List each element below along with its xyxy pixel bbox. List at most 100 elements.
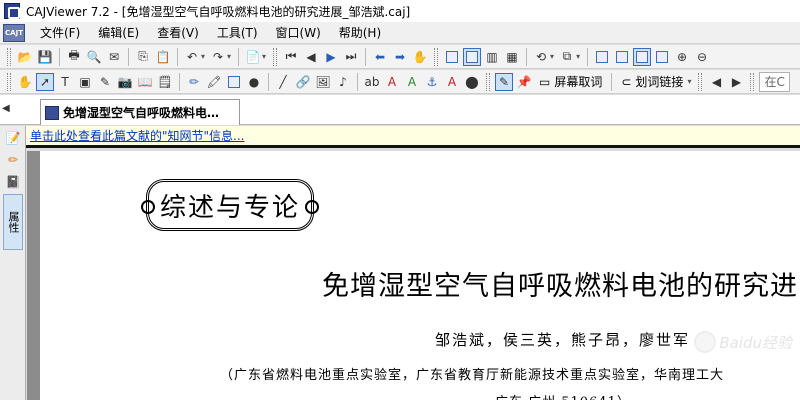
side-panel: 📝 ✏ 📓 属性 <box>0 126 26 400</box>
fullscreen-icon[interactable] <box>593 48 611 66</box>
screen-word-button[interactable]: ▭ 屏幕取词 <box>535 73 606 91</box>
open-folder-icon[interactable]: 📂 <box>16 48 34 66</box>
redo-dropdown-icon[interactable]: ▾ <box>227 52 231 61</box>
notes-icon[interactable]: 🗒 <box>156 73 174 91</box>
hand-tool-icon[interactable]: ✋ <box>16 73 34 91</box>
paste-icon[interactable]: 📋 <box>154 48 172 66</box>
pencil-icon[interactable]: ✏ <box>185 73 203 91</box>
search-input-text: 在C <box>764 75 785 89</box>
edit-doc-icon[interactable]: ✎ <box>495 72 513 91</box>
toolbar-separator <box>59 47 60 66</box>
menu-file[interactable]: 文件(F) <box>31 23 89 43</box>
next-page-icon[interactable]: ▶ <box>322 48 340 66</box>
cajt-logo-icon: CAJT <box>3 23 25 42</box>
document-view[interactable]: 综述与专论 免增湿型空气自呼吸燃料电池的研究进 邹浩斌，侯三英，熊子昂，廖世军 … <box>27 151 800 400</box>
first-page-icon[interactable]: ⏮ <box>282 48 300 66</box>
font-icon[interactable]: A <box>443 73 461 91</box>
forward-icon[interactable]: ➡ <box>391 48 409 66</box>
redo-icon[interactable]: ↷ <box>209 48 227 66</box>
pin-icon[interactable]: 📌 <box>515 73 533 91</box>
text-select-icon[interactable]: T <box>56 73 74 91</box>
anchor-icon[interactable]: ⚓ <box>423 73 441 91</box>
screen-word-icon: ▭ <box>539 74 551 89</box>
tab-scroll-left-icon[interactable]: ◀ <box>2 103 10 114</box>
paper-affiliation: （广东省燃料电池重点实验室，广东省教育厅新能源技术重点实验室，华南理工大 <box>220 368 725 383</box>
toolbar-grip[interactable] <box>486 72 490 91</box>
tab-label: 免增湿型空气自呼吸燃料电… <box>63 106 220 120</box>
menu-edit[interactable]: 编辑(E) <box>89 23 148 43</box>
prev-result-icon[interactable]: ◀ <box>707 73 725 91</box>
dictionary-icon[interactable]: 📖 <box>136 73 154 91</box>
continuous-page-icon[interactable] <box>463 47 482 66</box>
layout-icon[interactable]: ⧉ <box>558 48 576 66</box>
pen-icon[interactable]: ✏ <box>3 150 23 170</box>
rectangle-icon[interactable] <box>225 73 243 91</box>
properties-icon[interactable]: 📄 <box>244 48 262 66</box>
rotate-icon[interactable]: ⟲ <box>532 48 550 66</box>
toolbar-separator <box>365 47 367 66</box>
paper-authors: 邹浩斌，侯三英，熊子昂，廖世军 <box>435 331 691 349</box>
word-link-icon: ⊂ <box>621 74 632 89</box>
stamp-icon[interactable]: ⬤ <box>463 73 481 91</box>
single-page-icon[interactable] <box>443 48 461 66</box>
properties-dropdown-icon[interactable]: ▾ <box>262 52 266 61</box>
document-icon <box>45 105 59 120</box>
toolbar-separator <box>268 72 269 91</box>
fit-page-icon[interactable] <box>613 48 631 66</box>
toolbar-grip[interactable] <box>698 72 703 91</box>
toolbar-grip[interactable] <box>273 47 278 66</box>
undo-dropdown-icon[interactable]: ▾ <box>201 52 205 61</box>
note-icon[interactable]: 📓 <box>3 172 23 192</box>
rotate-dropdown-icon[interactable]: ▾ <box>550 52 554 61</box>
hand-icon[interactable]: ✋ <box>411 48 429 66</box>
text-color-red-icon[interactable]: A <box>383 73 401 91</box>
copy-icon[interactable]: ⎘ <box>134 48 152 66</box>
link-icon[interactable]: 🔗 <box>294 73 312 91</box>
toolbar-grip[interactable] <box>7 47 11 66</box>
music-icon[interactable]: ♪ <box>334 73 352 91</box>
next-result-icon[interactable]: ▶ <box>727 73 745 91</box>
image-select-icon[interactable]: ▣ <box>76 73 94 91</box>
email-icon[interactable]: ✉ <box>105 48 123 66</box>
menu-tools[interactable]: 工具(T) <box>208 23 267 43</box>
toolbar-grip[interactable] <box>7 72 11 91</box>
fit-width-icon[interactable] <box>633 47 652 66</box>
properties-tab[interactable]: 属性 <box>3 194 23 250</box>
menu-help[interactable]: 帮助(H) <box>330 23 390 43</box>
toolbar-grip[interactable] <box>434 47 439 66</box>
word-link-dropdown-icon[interactable]: ▾ <box>687 77 691 86</box>
save-icon[interactable]: 💾 <box>36 48 54 66</box>
search-input[interactable]: 在C <box>759 71 790 92</box>
toolbar-grip[interactable] <box>750 72 755 91</box>
prev-page-icon[interactable]: ◀ <box>302 48 320 66</box>
info-bar: 单击此处查看此篇文献的"知网节"信息... <box>26 126 800 148</box>
ocr-icon[interactable]: ✎ <box>96 73 114 91</box>
menu-view[interactable]: 查看(V) <box>148 23 208 43</box>
select-arrow-icon[interactable]: ➚ <box>36 72 54 91</box>
watermark: Baidu经验 <box>694 331 792 353</box>
tab-document[interactable]: 免增湿型空气自呼吸燃料电… <box>40 99 240 125</box>
continuous-facing-icon[interactable]: ▦ <box>503 48 521 66</box>
picture-icon[interactable]: 🖼 <box>314 73 332 91</box>
snapshot-icon[interactable]: 📷 <box>116 73 134 91</box>
menu-window[interactable]: 窗口(W) <box>267 23 330 43</box>
cnki-node-link[interactable]: 单击此处查看此篇文献的"知网节"信息... <box>30 127 244 144</box>
print-icon[interactable]: 🖶 <box>65 48 83 66</box>
text-color-green-icon[interactable]: A <box>403 73 421 91</box>
zoom-out-icon[interactable]: ⊖ <box>693 48 711 66</box>
word-link-button[interactable]: ⊂ 划词链接 <box>617 73 687 91</box>
layout-dropdown-icon[interactable]: ▾ <box>576 52 580 61</box>
document-tab-bar: ◀ 免增湿型空气自呼吸燃料电… <box>0 95 800 125</box>
highlighter-icon[interactable]: 🖍 <box>205 73 223 91</box>
back-icon[interactable]: ⬅ <box>371 48 389 66</box>
spellcheck-icon[interactable]: ab <box>363 73 381 91</box>
last-page-icon[interactable]: ⏭ <box>342 48 360 66</box>
print-preview-icon[interactable]: 🔍 <box>85 48 103 66</box>
undo-icon[interactable]: ↶ <box>183 48 201 66</box>
annotation-icon[interactable]: 📝 <box>3 128 23 148</box>
ellipse-icon[interactable]: ● <box>245 73 263 91</box>
zoom-in-icon[interactable]: ⊕ <box>673 48 691 66</box>
line-icon[interactable]: ╱ <box>274 73 292 91</box>
facing-pages-icon[interactable]: ▥ <box>483 48 501 66</box>
actual-size-icon[interactable] <box>653 48 671 66</box>
